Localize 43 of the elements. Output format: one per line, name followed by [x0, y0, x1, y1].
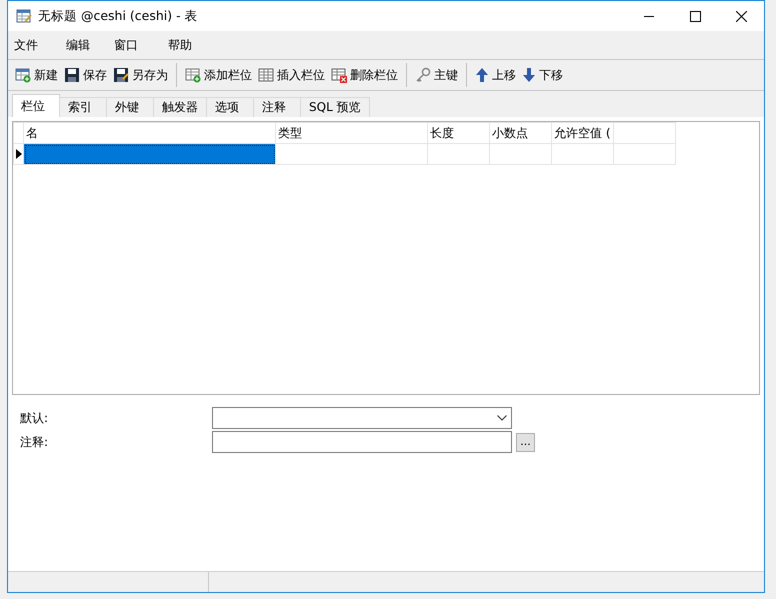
- menu-item[interactable]: 编辑: [66, 36, 114, 54]
- menu-item[interactable]: 帮助: [168, 36, 220, 54]
- menu-item[interactable]: 窗口: [114, 36, 168, 54]
- close-icon: [736, 10, 746, 22]
- table-cell[interactable]: [276, 144, 428, 164]
- column-header[interactable]: 类型: [276, 122, 428, 144]
- column-header[interactable]: 长度: [428, 122, 490, 144]
- toolbar-button[interactable]: 插入栏位: [255, 64, 328, 86]
- up-arrow-icon: [475, 67, 489, 83]
- table-cell[interactable]: [24, 144, 276, 164]
- table-add-icon: [185, 67, 201, 83]
- table-add-icon: [15, 67, 31, 83]
- table-delete-icon: [331, 67, 347, 83]
- table-cell[interactable]: [552, 144, 614, 164]
- chevron-down-icon: [497, 415, 507, 421]
- toolbar-button[interactable]: 上移: [472, 64, 519, 86]
- key-icon: [415, 67, 431, 83]
- maximize-icon: [690, 10, 700, 22]
- table-cell[interactable]: [490, 144, 552, 164]
- toolbar-button[interactable]: 新建: [12, 64, 61, 86]
- column-header[interactable]: 允许空值 (: [552, 122, 614, 144]
- input-field[interactable]: [212, 431, 512, 453]
- table-edit-icon: [16, 8, 32, 24]
- table-icon: [258, 67, 274, 83]
- field-label: 注释:: [20, 434, 50, 450]
- menu-item[interactable]: 文件: [14, 36, 66, 54]
- tab[interactable]: SQL 预览: [300, 97, 370, 117]
- toolbar-button[interactable]: 另存为: [110, 64, 171, 86]
- field-label: 默认:: [20, 410, 50, 426]
- toolbar-button[interactable]: 添加栏位: [182, 64, 255, 86]
- tab[interactable]: 索引: [59, 97, 107, 117]
- dropdown-field[interactable]: [212, 407, 512, 429]
- browse-button[interactable]: ...: [516, 432, 535, 452]
- column-header[interactable]: 小数点: [490, 122, 552, 144]
- tab[interactable]: 栏位: [12, 94, 60, 117]
- toolbar-button[interactable]: 删除栏位: [328, 64, 401, 86]
- table-cell[interactable]: [428, 144, 490, 164]
- toolbar-button[interactable]: 保存: [61, 64, 110, 86]
- toolbar-button[interactable]: 主键: [412, 64, 461, 86]
- toolbar-button[interactable]: 下移: [519, 64, 566, 86]
- window-title: 无标题 @ceshi (ceshi) - 表: [38, 8, 199, 24]
- column-header[interactable]: 名: [24, 122, 276, 144]
- down-arrow-icon: [522, 67, 536, 83]
